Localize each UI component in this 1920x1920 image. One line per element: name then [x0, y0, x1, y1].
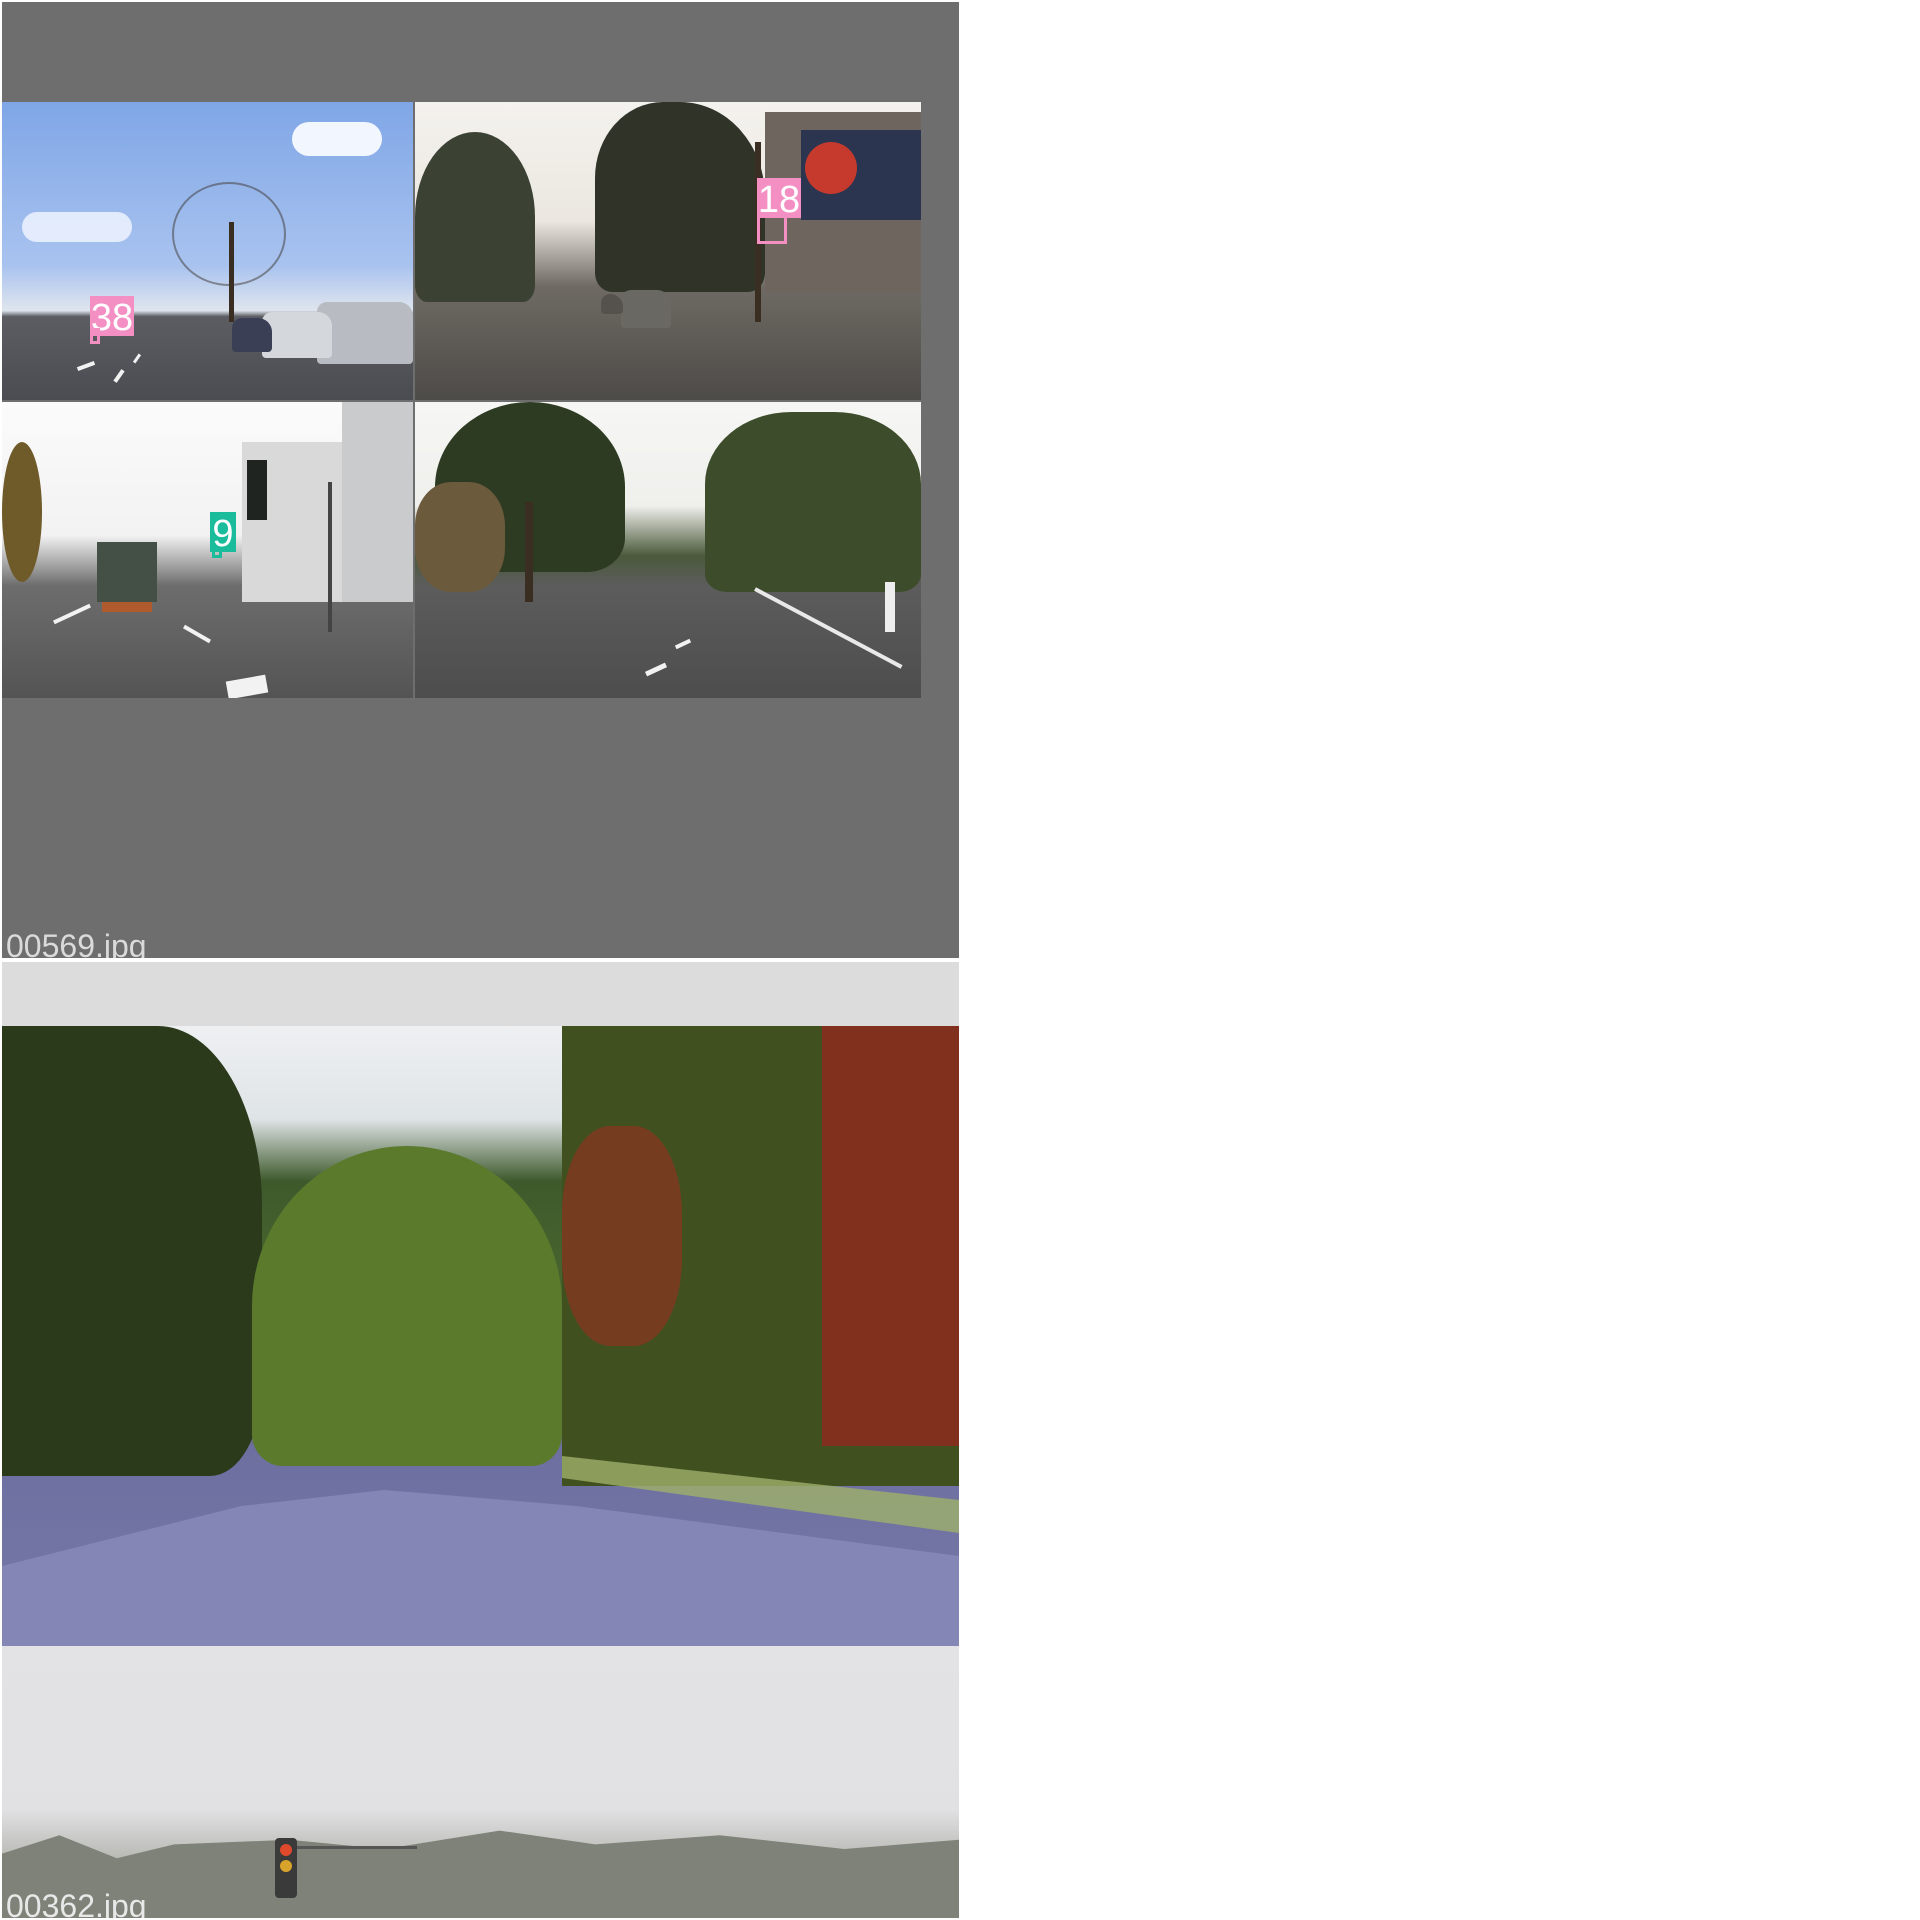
mosaic-cell-bottom-right — [415, 402, 921, 698]
mosaic-tile: 38 18 9 00569.jpg — [2, 2, 959, 958]
detection-label: 9 — [210, 512, 236, 555]
suburban-road-scene-image — [415, 402, 921, 698]
autumn-road-image — [2, 1026, 959, 1646]
image-filename: 00569.jpg — [6, 928, 147, 958]
street-truck-scene-image — [2, 402, 413, 698]
image-filename: 00362.jpg — [6, 1888, 147, 1918]
mosaic-cell-top-right: 18 — [415, 102, 921, 400]
detection-label: 18 — [757, 178, 801, 221]
avenue-scene-image — [415, 102, 921, 400]
detection-box — [757, 214, 787, 244]
image-tile: 00362.jpg — [2, 962, 959, 1918]
detection-box — [212, 548, 222, 558]
mosaic-cell-bottom-left: 9 — [2, 402, 413, 698]
street-scene-image — [2, 102, 413, 400]
hazy-road-image — [2, 1646, 959, 1918]
detection-box — [90, 328, 100, 344]
mosaic-cell-top-left: 38 — [2, 102, 413, 400]
